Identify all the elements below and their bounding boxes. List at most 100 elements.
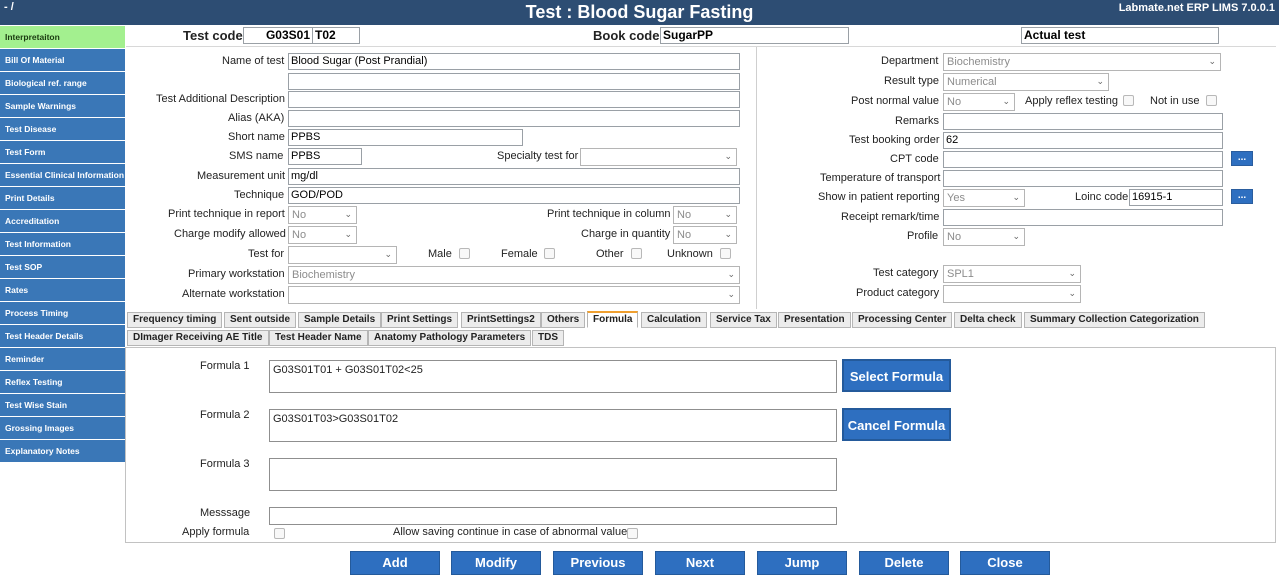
close-button[interactable]: Close	[960, 551, 1050, 575]
specialty-test-select[interactable]: ⌄	[580, 148, 737, 166]
loinc-code-field[interactable]: 16915-1	[1129, 189, 1223, 206]
unknown-checkbox[interactable]	[720, 248, 731, 259]
formula-3-field[interactable]	[269, 458, 837, 491]
tab-anatomy-pathology[interactable]: Anatomy Pathology Parameters	[368, 330, 532, 346]
next-button[interactable]: Next	[655, 551, 745, 575]
test-category-select[interactable]: SPL1 ⌄	[943, 265, 1081, 283]
message-field[interactable]	[269, 507, 837, 525]
booking-order-field[interactable]: 62	[943, 132, 1223, 149]
tab-summary-collection[interactable]: Summary Collection Categorization	[1024, 312, 1205, 328]
apply-reflex-checkbox[interactable]	[1123, 95, 1134, 106]
sidebar-item-essential-clinical-info[interactable]: Essential Clinical Information	[0, 164, 125, 186]
tab-sent-outside[interactable]: Sent outside	[224, 312, 297, 328]
primary-workstation-select[interactable]: Biochemistry ⌄	[288, 266, 740, 284]
formula-2-field[interactable]: G03S01T03>G03S01T02	[269, 409, 837, 442]
alias-field[interactable]	[288, 110, 740, 127]
print-technique-report-select[interactable]: No ⌄	[288, 206, 357, 224]
tab-print-settings-2[interactable]: PrintSettings2	[461, 312, 541, 328]
receipt-remark-label: Receipt remark/time	[841, 211, 940, 223]
remarks-field[interactable]	[943, 113, 1223, 130]
receipt-remark-field[interactable]	[943, 209, 1223, 226]
cancel-formula-button[interactable]: Cancel Formula	[842, 408, 951, 441]
product-category-select[interactable]: ⌄	[943, 285, 1081, 303]
tab-test-header-name[interactable]: Test Header Name	[269, 330, 368, 346]
tab-formula[interactable]: Formula	[587, 311, 639, 328]
sidebar-item-rates[interactable]: Rates	[0, 279, 125, 301]
jump-button[interactable]: Jump	[757, 551, 847, 575]
name-of-test-label: Name of test	[222, 55, 285, 67]
sidebar-item-reminder[interactable]: Reminder	[0, 348, 125, 370]
sidebar-item-grossing-images[interactable]: Grossing Images	[0, 417, 125, 439]
other-checkbox[interactable]	[631, 248, 642, 259]
alternate-workstation-select[interactable]: ⌄	[288, 286, 740, 304]
unknown-label: Unknown	[667, 248, 713, 260]
tab-calculation[interactable]: Calculation	[641, 312, 707, 328]
tab-print-settings[interactable]: Print Settings	[381, 312, 459, 328]
sidebar-item-test-header-details[interactable]: Test Header Details	[0, 325, 125, 347]
loinc-lookup-button[interactable]: ...	[1231, 189, 1253, 204]
sidebar-item-bill-of-material[interactable]: Bill Of Material	[0, 49, 125, 71]
test-code-part1-field[interactable]: G03S01	[243, 27, 313, 44]
name-of-test-field-2[interactable]	[288, 73, 740, 90]
sidebar-item-print-details[interactable]: Print Details	[0, 187, 125, 209]
sidebar-item-test-form[interactable]: Test Form	[0, 141, 125, 163]
name-of-test-field[interactable]: Blood Sugar (Post Prandial)	[288, 53, 740, 70]
book-code-field[interactable]: SugarPP	[660, 27, 849, 44]
cpt-lookup-button[interactable]: ...	[1231, 151, 1253, 166]
tab-presentation[interactable]: Presentation	[778, 312, 851, 328]
tab-frequency-timing[interactable]: Frequency timing	[127, 312, 223, 328]
charge-quantity-select[interactable]: No ⌄	[673, 226, 737, 244]
sidebar-item-process-timing[interactable]: Process Timing	[0, 302, 125, 324]
tab-delta-check[interactable]: Delta check	[954, 312, 1022, 328]
cpt-code-field[interactable]	[943, 151, 1223, 168]
show-patient-select[interactable]: Yes ⌄	[943, 189, 1025, 207]
sidebar-item-test-disease[interactable]: Test Disease	[0, 118, 125, 140]
additional-description-field[interactable]	[288, 91, 740, 108]
sidebar-item-interpretation[interactable]: Interpretaiton	[0, 26, 125, 48]
loinc-code-label: Loinc code	[1075, 191, 1129, 203]
technique-field[interactable]: GOD/POD	[288, 187, 740, 204]
primary-workstation-label: Primary workstation	[188, 268, 285, 280]
sms-name-field[interactable]: PPBS	[288, 148, 362, 165]
tab-tds[interactable]: TDS	[532, 330, 564, 346]
charge-modify-select[interactable]: No ⌄	[288, 226, 357, 244]
department-select[interactable]: Biochemistry ⌄	[943, 53, 1221, 71]
sidebar-item-biological-ref-range[interactable]: Biological ref. range	[0, 72, 125, 94]
profile-select[interactable]: No ⌄	[943, 228, 1025, 246]
temperature-label: Temperature of transport	[820, 172, 941, 184]
measurement-unit-field[interactable]: mg/dl	[288, 168, 740, 185]
allow-saving-checkbox[interactable]	[627, 528, 638, 539]
post-normal-select[interactable]: No ⌄	[943, 93, 1015, 111]
column-divider	[756, 47, 757, 309]
print-technique-column-select[interactable]: No ⌄	[673, 206, 737, 224]
message-label: Messsage	[200, 507, 251, 519]
result-type-select[interactable]: Numerical ⌄	[943, 73, 1109, 91]
sidebar-item-test-sop[interactable]: Test SOP	[0, 256, 125, 278]
add-button[interactable]: Add	[350, 551, 440, 575]
tab-service-tax[interactable]: Service Tax	[710, 312, 777, 328]
test-code-part2-field[interactable]: T02	[312, 27, 360, 44]
not-in-use-checkbox[interactable]	[1206, 95, 1217, 106]
short-name-field[interactable]: PPBS	[288, 129, 523, 146]
temperature-field[interactable]	[943, 170, 1223, 187]
male-checkbox[interactable]	[459, 248, 470, 259]
sidebar-item-accreditation[interactable]: Accreditation	[0, 210, 125, 232]
actual-test-field[interactable]: Actual test	[1021, 27, 1219, 44]
apply-formula-checkbox[interactable]	[274, 528, 285, 539]
sidebar-item-test-information[interactable]: Test Information	[0, 233, 125, 255]
tab-others[interactable]: Others	[541, 312, 586, 328]
sidebar-item-sample-warnings[interactable]: Sample Warnings	[0, 95, 125, 117]
tab-dimager-receiving[interactable]: DImager Receiving AE Title	[127, 330, 269, 346]
test-for-select[interactable]: ⌄	[288, 246, 397, 264]
previous-button[interactable]: Previous	[553, 551, 643, 575]
delete-button[interactable]: Delete	[859, 551, 949, 575]
select-formula-button[interactable]: Select Formula	[842, 359, 951, 392]
sidebar-item-reflex-testing[interactable]: Reflex Testing	[0, 371, 125, 393]
modify-button[interactable]: Modify	[451, 551, 541, 575]
sidebar-item-explanatory-notes[interactable]: Explanatory Notes	[0, 440, 125, 462]
sidebar-item-test-wise-stain[interactable]: Test Wise Stain	[0, 394, 125, 416]
formula-1-field[interactable]: G03S01T01 + G03S01T02<25	[269, 360, 837, 393]
tab-sample-details[interactable]: Sample Details	[298, 312, 382, 328]
tab-processing-center[interactable]: Processing Center	[852, 312, 953, 328]
female-checkbox[interactable]	[544, 248, 555, 259]
